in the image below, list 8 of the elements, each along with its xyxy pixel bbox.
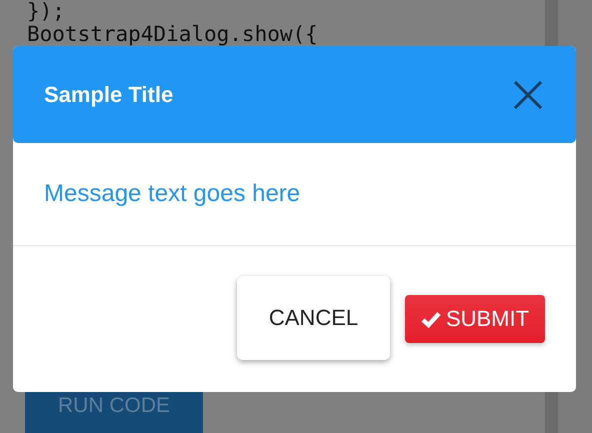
dialog-message: Message text goes here — [44, 180, 300, 208]
dialog-title: Sample Title — [44, 82, 174, 108]
code-line: Bootstrap4Dialog.show({ — [27, 23, 318, 46]
code-line: }); — [27, 0, 65, 23]
close-icon[interactable] — [513, 80, 543, 110]
cancel-button[interactable]: CANCEL — [237, 276, 390, 360]
checkmark-icon — [420, 310, 441, 328]
submit-button[interactable]: SUBMIT — [405, 295, 545, 343]
